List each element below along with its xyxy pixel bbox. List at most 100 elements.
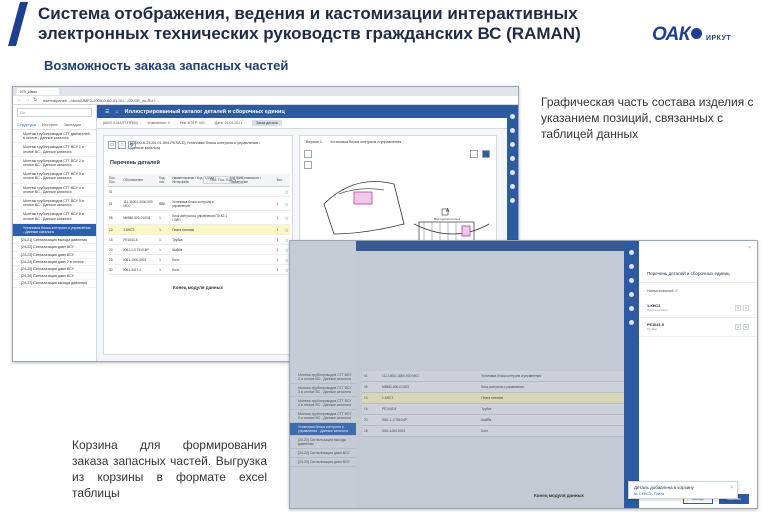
user-icon[interactable]	[629, 250, 634, 255]
tree-subitem[interactable]: [24-21] Сигнализация выхода давления	[13, 237, 96, 245]
quantity-stepper[interactable]: 1 ×	[735, 324, 749, 330]
add-to-cart-icon[interactable]: 🛒	[283, 224, 290, 235]
quantity-value[interactable]: 1	[735, 324, 741, 330]
table-cell: Ю61-1000-0001	[380, 425, 480, 437]
table-cell	[171, 186, 229, 197]
column-header[interactable]: Кол.	[275, 174, 284, 187]
forward-icon[interactable]: →	[25, 97, 30, 103]
tree-subitem: [24-21] Сигнализация выхода давления	[290, 436, 356, 449]
toast-detail: № 1-КНС3 - Плата	[634, 492, 664, 496]
table-row[interactable]: 15 РЕ1043-5 1 Трубка 1 🛒	[108, 234, 290, 245]
list-icon[interactable]	[510, 198, 515, 203]
tab-history[interactable]: История	[42, 122, 58, 127]
table-cell: Блок контроля и управления	[479, 381, 632, 393]
tree-subitem[interactable]: [24-23] Сигнализация давл ВСУ	[13, 252, 96, 259]
info-icon[interactable]	[510, 170, 515, 175]
tree-item-selected: Установка блока контроля и управления - …	[290, 423, 356, 436]
tree-item: Монтаж трубопроводов СТГ ВСУ 4 и отсеке …	[290, 397, 356, 410]
settings-icon[interactable]	[629, 264, 634, 269]
tree-item[interactable]: Монтаж трубопроводов СТГ ВСУ 4 и отсеке …	[13, 184, 96, 198]
quantity-value[interactable]: 1	[735, 305, 741, 311]
tree-subitem[interactable]: [24-24] Сигнализация давл 2 в отсеке	[13, 259, 96, 267]
end-of-module-label: Конец модуля данных	[534, 493, 584, 498]
sidebar-tabs: Структура История Закладки	[13, 120, 96, 130]
table-row[interactable]: 01 🛒	[108, 186, 290, 197]
table-row[interactable]: 25 Ю61-1000-0001 1 Болт 1 🛒	[108, 254, 290, 265]
print-icon[interactable]: ▭	[108, 141, 116, 149]
tree-subitem[interactable]: [24-26] Сигнализация давл ВСУ	[13, 273, 96, 281]
table-cell	[228, 210, 276, 225]
settings-icon[interactable]	[510, 128, 515, 133]
table-cell: МК980-600-01/003	[380, 381, 480, 393]
tree-item-selected[interactable]: Установка блока контроля и управления - …	[13, 223, 96, 238]
add-to-cart-icon[interactable]: 🛒	[283, 210, 290, 225]
cart-icon[interactable]	[629, 306, 634, 311]
back-icon[interactable]: ←	[17, 97, 22, 103]
close-icon[interactable]: ×	[748, 245, 751, 251]
column-header[interactable]: Код пос.	[158, 174, 172, 187]
table-row[interactable]: 30 Ю61-3417-1 1 Болт 1 🛒	[108, 264, 290, 275]
reload-icon[interactable]: ↻	[33, 97, 37, 103]
tab-bookmarks[interactable]: Закладки	[64, 122, 81, 127]
chat-icon[interactable]	[629, 292, 634, 297]
bookmark-icon[interactable]: ☆	[118, 141, 126, 149]
tree-item[interactable]: Монтаж трубопроводов СТГ ВСУ 2 и отсеке …	[13, 157, 96, 171]
table-row[interactable]: 01 111-10001-3000-000 МСС ВВЕ Установка …	[108, 196, 290, 211]
tree-item[interactable]: Монтаж трубопроводов СТГ двигателей в от…	[13, 130, 96, 144]
add-to-cart-icon[interactable]: 🛒	[283, 186, 290, 197]
browser-tab[interactable]: ИЭ_Ивис	[17, 88, 59, 95]
remove-item-icon[interactable]: ×	[743, 324, 749, 330]
table-cell: Ю61-1-0 7510-6Р	[380, 414, 480, 426]
info-field: Рев. ИЭТР: 001	[179, 121, 205, 125]
table-cell	[275, 186, 284, 197]
cart-icon[interactable]	[510, 184, 515, 189]
table-cell: 1-КНС3	[122, 224, 159, 235]
tree-subitem[interactable]: [24-27] Сигнализация выхода давления	[13, 280, 96, 288]
tree-item[interactable]: Монтаж трубопроводов СТГ ВСУ 6 и отсеке …	[13, 210, 96, 224]
close-icon[interactable]: ×	[730, 485, 733, 491]
table-cell: 15	[108, 234, 123, 245]
tree-item[interactable]: Монтаж трубопроводов СТГ ВСУ 5 и отсеке …	[13, 197, 96, 211]
tree-item: Монтаж трубопроводов СТГ ВСУ 3 и отсеке …	[290, 384, 356, 397]
table-cell: 25	[108, 254, 123, 265]
table-cell: 01	[108, 186, 123, 197]
table-cell: 1	[158, 210, 172, 225]
order-part-button[interactable]: Заказ детали	[252, 120, 282, 126]
quantity-stepper[interactable]: 1 ×	[735, 305, 749, 311]
tree-item[interactable]: Монтаж трубопроводов СТГ ВСУ 1 и отсеке …	[13, 143, 96, 157]
column-header[interactable]: Обозначение	[122, 174, 159, 187]
cart-item-description: Плата питания	[647, 308, 668, 312]
fullscreen-icon[interactable]	[482, 150, 490, 158]
table-cell: МК980-600-01/003	[122, 210, 159, 225]
help-icon[interactable]	[510, 142, 515, 147]
expand-icon[interactable]: ⊕	[128, 141, 136, 149]
rotate-icon[interactable]	[470, 150, 478, 158]
url-field[interactable]: eservalpanel/.../docs/UMF2-2000-0-60-01-…	[43, 98, 159, 103]
column-header[interactable]: Поз. Пос.	[108, 174, 123, 187]
table-cell	[228, 264, 276, 275]
add-to-cart-icon[interactable]: 🛒	[283, 196, 290, 211]
chat-icon[interactable]	[510, 156, 515, 161]
table-row-highlighted[interactable]: 10 1-КНС3 1 Плата питания 1 🛒	[108, 224, 290, 235]
home-icon[interactable]: ⌂	[115, 109, 118, 115]
parts-filter-select[interactable]: Исх. Пос. Кол. ч.	[203, 176, 244, 184]
user-icon[interactable]	[510, 114, 515, 119]
remove-item-icon[interactable]: ×	[743, 305, 749, 311]
callout-a[interactable]: А	[446, 208, 450, 214]
table-cell: Трубка	[171, 234, 229, 245]
zoom-out-icon[interactable]	[304, 161, 312, 169]
cart-item[interactable]: 1-КНС3 Плата питания 1 ×	[639, 299, 757, 318]
sidebar-search-input[interactable]: Go	[17, 108, 92, 117]
tree-subitem[interactable]: [24-25] Сигнализация давл ВСУ	[13, 266, 96, 274]
version-select[interactable]: Версия 1	[306, 140, 322, 144]
tree-subitem[interactable]: [24-22] Сигнализация давл ВСУ	[13, 244, 96, 252]
zoom-in-icon[interactable]	[304, 150, 312, 158]
menu-icon[interactable]: ☰	[105, 109, 109, 115]
cart-item[interactable]: РЕ1043-5 Трубка 1 ×	[639, 318, 757, 337]
tab-structure[interactable]: Структура	[17, 122, 36, 127]
table-row[interactable]: 05 МК980-600-01/003 1 Блок контроля и уп…	[108, 210, 290, 225]
list-icon[interactable]	[629, 320, 634, 325]
table-row[interactable]: 20 Ю61-1-0 7510-6Р 1 Шайба 1 🛒	[108, 244, 290, 255]
help-icon[interactable]	[629, 278, 634, 283]
tree-item[interactable]: Монтаж трубопроводов СТГ ВСУ 3 и отсеке …	[13, 170, 96, 184]
